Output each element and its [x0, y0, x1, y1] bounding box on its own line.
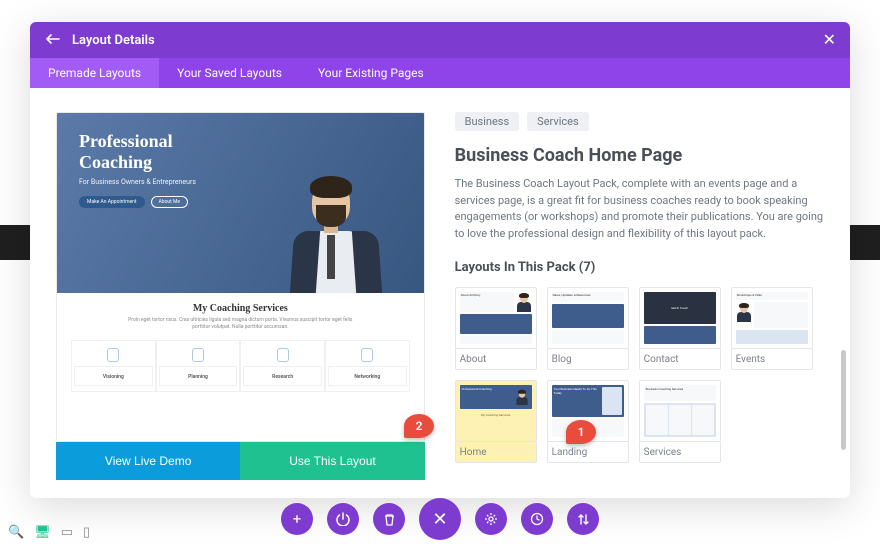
settings-icon[interactable] [475, 503, 507, 535]
desktop-view-icon[interactable]: 🖥 [34, 525, 51, 540]
layout-card-services[interactable]: Business Coaching Services Services [639, 380, 721, 463]
trash-icon[interactable] [373, 503, 405, 535]
use-this-layout-button[interactable]: Use This Layout [240, 442, 424, 480]
modal-title: Layout Details [72, 33, 823, 48]
tab-premade-layouts[interactable]: Premade Layouts [30, 58, 159, 88]
hero-cta-2: About Me [151, 196, 189, 208]
view-mode-tools: 🔍 🖥 ▭ ▯ [8, 525, 90, 540]
hero-cta-1: Make An Appointment [79, 196, 145, 208]
layout-card-label: Home [455, 442, 537, 463]
add-icon[interactable]: + [281, 503, 313, 535]
services-desc: Proin eget tortor risus. Cras ultricies … [122, 317, 359, 330]
hero-title-1: Professional [79, 131, 173, 151]
pack-heading: Layouts In This Pack (7) [455, 260, 824, 275]
bottom-toolbar: + ✕ [0, 498, 880, 540]
layout-description: The Business Coach Layout Pack, complete… [455, 176, 824, 242]
close-builder-icon[interactable]: ✕ [419, 498, 461, 540]
layout-details-modal: Layout Details ✕ Premade Layouts Your Sa… [30, 22, 850, 498]
service-item: Visioning [74, 366, 153, 386]
modal-header: Layout Details ✕ [30, 22, 850, 58]
sort-icon[interactable] [567, 503, 599, 535]
layout-heading: Business Coach Home Page [455, 145, 824, 166]
scrollbar[interactable] [841, 350, 846, 450]
layout-pack-cards: About Anthony About News, Updates, & Res… [455, 287, 824, 463]
layout-card-label: Services [639, 442, 721, 463]
service-item: Research [243, 366, 322, 386]
close-icon[interactable]: ✕ [823, 32, 836, 48]
layout-card-label: Blog [547, 349, 629, 370]
layout-preview: ProfessionalCoaching For Business Owners… [56, 112, 425, 442]
annotation-marker-2: 2 [404, 414, 434, 438]
layout-card-label: Landing [547, 442, 629, 463]
service-item: Planning [159, 366, 238, 386]
layout-card-label: Events [731, 349, 813, 370]
tab-existing-pages[interactable]: Your Existing Pages [300, 58, 442, 88]
tag-business[interactable]: Business [455, 112, 520, 131]
phone-view-icon[interactable]: ▯ [83, 525, 90, 540]
zoom-icon[interactable]: 🔍 [8, 525, 24, 540]
power-icon[interactable] [327, 503, 359, 535]
layout-card-label: About [455, 349, 537, 370]
service-item: Networking [328, 366, 407, 386]
modal-tabs: Premade Layouts Your Saved Layouts Your … [30, 58, 850, 88]
tablet-view-icon[interactable]: ▭ [61, 525, 73, 540]
layout-card-blog[interactable]: News, Updates, & Resources Blog [547, 287, 629, 370]
history-icon[interactable] [521, 503, 553, 535]
layout-card-home[interactable]: Professional CoachingMy Coaching Service… [455, 380, 537, 463]
layout-card-label: Contact [639, 349, 721, 370]
back-icon[interactable] [44, 34, 62, 46]
hero-title-2: Coaching [79, 152, 152, 172]
tab-saved-layouts[interactable]: Your Saved Layouts [159, 58, 300, 88]
tag-services[interactable]: Services [527, 112, 588, 131]
layout-card-contact[interactable]: Get In Touch Contact [639, 287, 721, 370]
layout-card-about[interactable]: About Anthony About [455, 287, 537, 370]
hero-person-graphic [274, 173, 384, 293]
layout-card-events[interactable]: Workshops & Talks Events [731, 287, 813, 370]
services-title: My Coaching Services [71, 303, 410, 314]
view-live-demo-button[interactable]: View Live Demo [56, 442, 240, 480]
annotation-marker-1: 1 [566, 420, 596, 444]
